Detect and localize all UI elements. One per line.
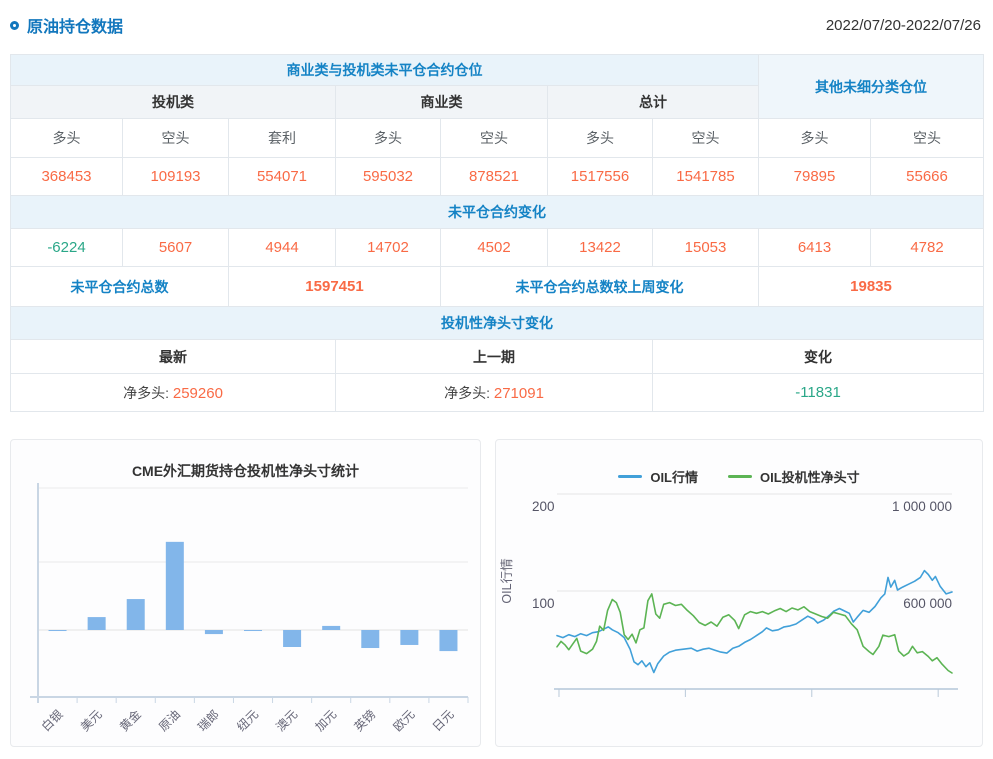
legend-item-oil-price: OIL行情 (618, 467, 698, 486)
net-previous-cell: 净多头: 271091 (336, 374, 653, 412)
weekly-change-label: 未平仓合约总数较上周变化 (441, 267, 759, 307)
net-section-header: 投机性净头寸变化 (11, 307, 984, 340)
change-value: 4782 (871, 229, 984, 267)
svg-text:1 000 000: 1 000 000 (892, 499, 952, 514)
col-header: 空头 (123, 119, 229, 158)
svg-text:澳元: 澳元 (273, 707, 300, 734)
svg-text:加元: 加元 (312, 707, 339, 734)
change-value: 4944 (229, 229, 336, 267)
circle-icon (10, 21, 19, 30)
svg-text:100: 100 (532, 596, 555, 611)
net-latest-cell: 净多头: 259260 (11, 374, 336, 412)
oil-price-legend-label: OIL行情 (650, 467, 698, 486)
oil-net-legend-dash-icon (728, 475, 752, 478)
net-columns-row: 最新 上一期 变化 (11, 340, 984, 374)
total-label: 未平仓合约总数 (11, 267, 229, 307)
net-col-latest: 最新 (11, 340, 336, 374)
subgroup-total: 总计 (548, 86, 759, 119)
date-range: 2022/07/20-2022/07/26 (826, 17, 981, 34)
change-value: -6224 (11, 229, 123, 267)
total-value: 1597451 (229, 267, 441, 307)
change-value: 15053 (653, 229, 759, 267)
col-header: 空头 (871, 119, 984, 158)
page-title: 原油持仓数据 (10, 13, 123, 37)
oil-line-chart-card: OIL行情 OIL投机性净头寸 200 100 1 000 000 600 000 OI… (495, 439, 983, 747)
col-header: 套利 (229, 119, 336, 158)
positions-row: 368453 109193 554071 595032 878521 15175… (11, 158, 984, 196)
col-header: 多头 (759, 119, 871, 158)
column-header-row: 多头 空头 套利 多头 空头 多头 空头 多头 空头 (11, 119, 984, 158)
totals-row: 未平仓合约总数 1597451 未平仓合约总数较上周变化 19835 (11, 267, 984, 307)
change-value: 14702 (336, 229, 441, 267)
change-value: 13422 (548, 229, 653, 267)
net-change-value: -11831 (653, 374, 984, 412)
col-header: 多头 (11, 119, 123, 158)
position-value: 55666 (871, 158, 984, 196)
svg-text:欧元: 欧元 (390, 707, 417, 734)
net-section-header-row: 投机性净头寸变化 (11, 307, 984, 340)
position-value: 1541785 (653, 158, 759, 196)
subgroup-commercial: 商业类 (336, 86, 548, 119)
position-value: 79895 (759, 158, 871, 196)
weekly-change-value: 19835 (759, 267, 984, 307)
charts-section: CME外汇期货持仓投机性净头寸统计 白银美元黄金原油瑞郎纽元澳元加元英镑欧元日元… (10, 439, 983, 747)
change-value: 5607 (123, 229, 229, 267)
net-col-previous: 上一期 (336, 340, 653, 374)
position-value: 109193 (123, 158, 229, 196)
svg-text:原油: 原油 (156, 707, 183, 734)
oil-line-chart: 200 100 1 000 000 600 000 OIL行情 (496, 486, 982, 739)
net-latest-value: 259260 (173, 385, 223, 402)
page-header: 原油持仓数据 2022/07/20-2022/07/26 (10, 10, 981, 40)
svg-text:600 000: 600 000 (903, 596, 952, 611)
change-section-header: 未平仓合约变化 (11, 196, 984, 229)
change-value: 4502 (441, 229, 548, 267)
fx-net-position-bar-chart: 白银美元黄金原油瑞郎纽元澳元加元英镑欧元日元 (16, 478, 476, 742)
change-section-header-row: 未平仓合约变化 (11, 196, 984, 229)
oil-price-legend-dash-icon (618, 475, 642, 478)
position-value: 1517556 (548, 158, 653, 196)
fx-bar-chart-card: CME外汇期货持仓投机性净头寸统计 白银美元黄金原油瑞郎纽元澳元加元英镑欧元日元 (10, 439, 481, 747)
col-header: 空头 (441, 119, 548, 158)
net-previous-value: 271091 (494, 385, 544, 402)
net-previous-label: 净多头: (444, 385, 490, 401)
position-value: 878521 (441, 158, 548, 196)
col-header: 多头 (548, 119, 653, 158)
svg-text:200: 200 (532, 499, 555, 514)
changes-row: -6224 5607 4944 14702 4502 13422 15053 6… (11, 229, 984, 267)
net-col-change: 变化 (653, 340, 984, 374)
line-chart-legend: OIL行情 OIL投机性净头寸 (496, 440, 982, 486)
oil-net-legend-label: OIL投机性净头寸 (760, 467, 860, 486)
group-header-other: 其他未细分类仓位 (759, 55, 984, 119)
net-values-row: 净多头: 259260 净多头: 271091 -11831 (11, 374, 984, 412)
group-header-row: 商业类与投机类未平仓合约仓位 其他未细分类仓位 (11, 55, 984, 86)
net-latest-label: 净多头: (123, 385, 169, 401)
subgroup-speculative: 投机类 (11, 86, 336, 119)
position-value: 368453 (11, 158, 123, 196)
svg-text:纽元: 纽元 (234, 707, 261, 734)
svg-text:英镑: 英镑 (350, 707, 378, 735)
svg-text:日元: 日元 (429, 707, 456, 734)
col-header: 多头 (336, 119, 441, 158)
svg-text:黄金: 黄金 (116, 707, 144, 735)
position-value: 554071 (229, 158, 336, 196)
svg-text:白银: 白银 (38, 707, 66, 735)
svg-text:美元: 美元 (77, 707, 104, 734)
positions-table: 商业类与投机类未平仓合约仓位 其他未细分类仓位 投机类 商业类 总计 多头 空头… (10, 54, 984, 412)
position-value: 595032 (336, 158, 441, 196)
svg-text:OIL行情: OIL行情 (500, 558, 514, 603)
col-header: 空头 (653, 119, 759, 158)
svg-text:瑞郎: 瑞郎 (195, 707, 222, 734)
change-value: 6413 (759, 229, 871, 267)
group-header-main: 商业类与投机类未平仓合约仓位 (11, 55, 759, 86)
legend-item-oil-net-position: OIL投机性净头寸 (728, 467, 860, 486)
page-title-text: 原油持仓数据 (27, 13, 123, 37)
bar-chart-title: CME外汇期货持仓投机性净头寸统计 (11, 440, 480, 478)
